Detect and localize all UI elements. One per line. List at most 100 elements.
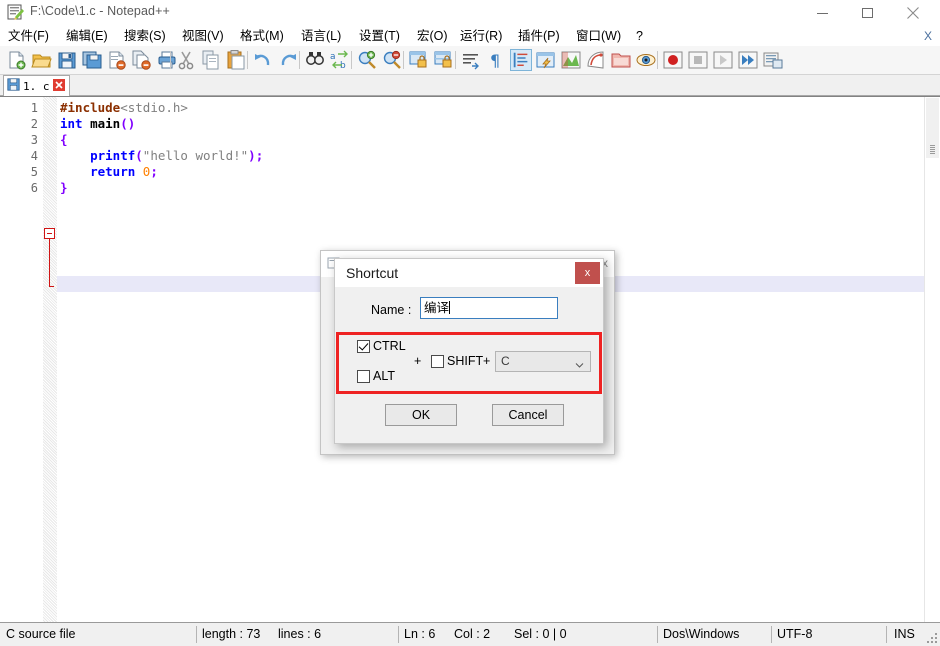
- code-token: [60, 164, 90, 179]
- cancel-button[interactable]: Cancel: [492, 404, 564, 426]
- svg-text:b: b: [340, 61, 346, 71]
- code-line: }: [60, 180, 263, 196]
- redo-icon[interactable]: [277, 49, 299, 71]
- tab-close-icon[interactable]: [53, 79, 65, 94]
- macro-run-multiple-icon[interactable]: [737, 49, 759, 71]
- menu-format[interactable]: 格式(M): [238, 28, 286, 45]
- indent-guide-icon[interactable]: [510, 49, 532, 71]
- word-wrap-icon[interactable]: [460, 49, 482, 71]
- code-token: ;: [150, 164, 158, 179]
- menu-view[interactable]: 视图(V): [180, 28, 226, 45]
- menu-window[interactable]: 窗口(W): [574, 28, 623, 45]
- name-input[interactable]: 编译: [420, 297, 558, 319]
- function-list-icon[interactable]: [585, 49, 607, 71]
- shift-checkbox[interactable]: SHIFT: [431, 354, 483, 368]
- code-token: main: [90, 116, 120, 131]
- ctrl-checkbox-label: CTRL: [373, 339, 406, 353]
- show-all-characters-icon[interactable]: ¶: [485, 49, 507, 71]
- shift-checkbox-label: SHIFT: [447, 354, 483, 368]
- copy-icon[interactable]: [200, 49, 222, 71]
- editor-vertical-scrollbar[interactable]: [924, 97, 940, 622]
- zoom-out-icon[interactable]: [381, 49, 403, 71]
- macro-save-icon[interactable]: [762, 49, 784, 71]
- line-numbers: 1 2 3 4 5 6: [0, 100, 38, 196]
- zoom-in-icon[interactable]: [356, 49, 378, 71]
- code-line: #include<stdio.h>: [60, 100, 263, 116]
- minimize-icon: [817, 7, 829, 19]
- code-token: [135, 164, 143, 179]
- status-sel: Sel : 0 | 0: [508, 623, 598, 646]
- code-token: (): [120, 116, 135, 131]
- document-map-icon[interactable]: [560, 49, 582, 71]
- ctrl-checkbox[interactable]: CTRL: [357, 339, 406, 353]
- menu-plugins[interactable]: 插件(P): [516, 28, 562, 45]
- minimize-button[interactable]: [800, 0, 845, 26]
- fold-collapse-icon[interactable]: [44, 228, 55, 239]
- scrollbar-grip: [930, 145, 935, 154]
- menu-macro[interactable]: 宏(O): [415, 28, 450, 45]
- notepad-plus-plus-window: F:\Code\1.c - Notepad++ 文件(F) 编辑(E) 搜索(S…: [0, 0, 940, 646]
- new-file-icon[interactable]: [6, 49, 28, 71]
- cut-icon[interactable]: [175, 49, 197, 71]
- text-caret: [449, 301, 450, 314]
- code-text[interactable]: #include<stdio.h>int main(){ printf("hel…: [60, 100, 263, 196]
- tab-1-c[interactable]: 1. c: [3, 75, 70, 96]
- menu-settings[interactable]: 设置(T): [357, 28, 402, 45]
- status-file-type: C source file: [0, 623, 196, 646]
- save-icon[interactable]: [56, 49, 78, 71]
- code-token: return: [90, 164, 135, 179]
- saved-document-icon: [7, 78, 20, 94]
- close-document-button[interactable]: X: [924, 29, 932, 43]
- shortcut-dialog-close-button[interactable]: x: [575, 262, 600, 284]
- close-all-icon[interactable]: [131, 49, 153, 71]
- status-bar: C source file length : 73 lines : 6 Ln :…: [0, 622, 940, 646]
- plus-separator-1: +: [414, 354, 421, 368]
- close-button[interactable]: [890, 0, 935, 26]
- close-file-icon[interactable]: [106, 49, 128, 71]
- user-defined-dialog-icon[interactable]: [535, 49, 557, 71]
- maximize-button[interactable]: [845, 0, 890, 26]
- tab-bar: 1. c: [0, 75, 940, 96]
- status-lines: lines : 6: [272, 623, 332, 646]
- macro-play-icon[interactable]: [712, 49, 734, 71]
- monitoring-icon[interactable]: [635, 49, 657, 71]
- ctrl-checkbox-box[interactable]: [357, 340, 370, 353]
- resize-grip[interactable]: [927, 633, 937, 643]
- close-icon: [906, 7, 919, 20]
- menu-edit[interactable]: 编辑(E): [64, 28, 110, 45]
- svg-text:a: a: [330, 52, 336, 62]
- shortcut-dialog[interactable]: Shortcut x Name : 编译 CTRL ALT + SHIFT + …: [334, 258, 604, 444]
- code-line: printf("hello world!");: [60, 148, 263, 164]
- menu-language[interactable]: 语言(L): [299, 28, 343, 45]
- maximize-icon: [862, 7, 874, 19]
- code-token: ;: [256, 148, 264, 163]
- save-all-icon[interactable]: [81, 49, 103, 71]
- toolbar: a b: [0, 46, 940, 75]
- alt-checkbox[interactable]: ALT: [357, 369, 395, 383]
- menu-run[interactable]: 运行(R): [458, 28, 504, 45]
- macro-record-icon[interactable]: [662, 49, 684, 71]
- macro-stop-icon[interactable]: [687, 49, 709, 71]
- code-line: return 0;: [60, 164, 263, 180]
- name-label: Name :: [371, 303, 411, 317]
- open-file-icon[interactable]: [31, 49, 53, 71]
- folder-as-workspace-icon[interactable]: [610, 49, 632, 71]
- window-title: F:\Code\1.c - Notepad++: [30, 4, 170, 18]
- paste-icon[interactable]: [225, 49, 247, 71]
- key-select[interactable]: C: [495, 351, 591, 372]
- find-icon[interactable]: [304, 49, 326, 71]
- sync-horizontal-scroll-icon[interactable]: [433, 49, 455, 71]
- sync-vertical-scroll-icon[interactable]: [408, 49, 430, 71]
- menu-file[interactable]: 文件(F): [6, 28, 51, 45]
- menu-help[interactable]: ?: [634, 28, 645, 45]
- undo-icon[interactable]: [252, 49, 274, 71]
- key-select-value: C: [501, 354, 510, 368]
- replace-icon[interactable]: a b: [329, 49, 351, 71]
- fold-margin[interactable]: [43, 97, 57, 622]
- shift-checkbox-box[interactable]: [431, 355, 444, 368]
- code-token: (: [135, 148, 143, 163]
- alt-checkbox-box[interactable]: [357, 370, 370, 383]
- ok-button[interactable]: OK: [385, 404, 457, 426]
- menu-search[interactable]: 搜索(S): [122, 28, 168, 45]
- line-number: 3: [0, 132, 38, 148]
